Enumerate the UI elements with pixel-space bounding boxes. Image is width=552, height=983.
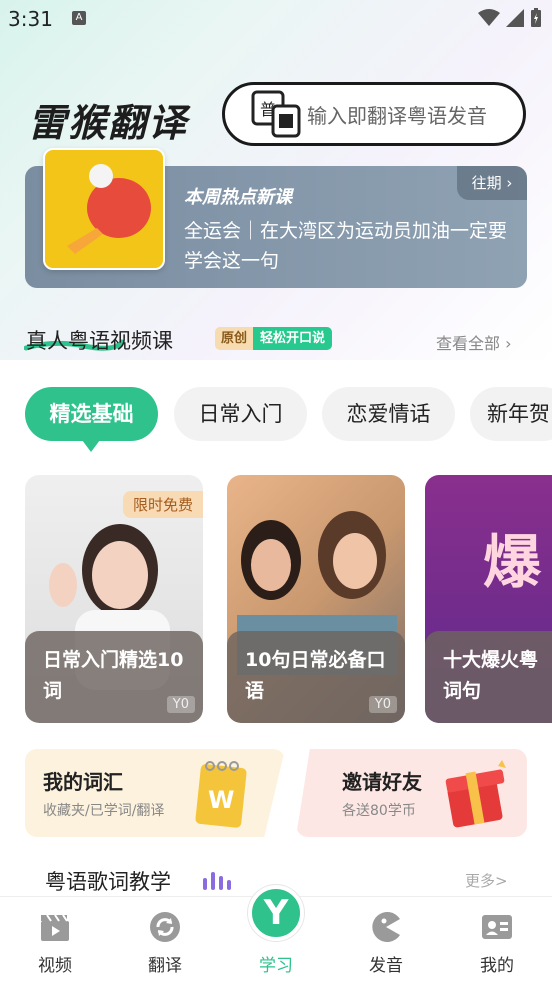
- banner-title: 本周热点新课: [184, 187, 292, 208]
- pacman-icon: [372, 912, 400, 942]
- video-section-title: 真人粤语视频课: [26, 329, 173, 353]
- clapperboard-icon: [41, 914, 69, 941]
- vocabulary-title: 我的词汇: [43, 770, 123, 794]
- tag-easy-speak: 轻松开口说: [253, 327, 333, 350]
- video-card[interactable]: 10句日常必备口语 Y0: [227, 475, 405, 723]
- brand-logo: 雷猴翻译: [28, 101, 189, 145]
- course-tags: 原创 轻松开口说: [215, 327, 333, 350]
- video-card[interactable]: 限时免费 日常入门精选10词 Y0: [25, 475, 203, 723]
- limited-free-badge: 限时免费: [122, 491, 203, 518]
- card-title: 十大爆火粤词句: [443, 649, 539, 702]
- refresh-icon: [150, 912, 180, 942]
- card-overlay-text: 爆: [483, 528, 542, 596]
- past-issues-button[interactable]: 往期 ›: [457, 166, 527, 200]
- category-pill-romance[interactable]: 恋爱情话: [322, 387, 455, 441]
- category-pill-basic[interactable]: 精选基础: [25, 387, 158, 441]
- tab-label: 发音: [369, 956, 403, 976]
- active-pill-pointer: [82, 440, 100, 452]
- notebook-icon: W: [195, 761, 247, 828]
- id-card-icon: [482, 915, 512, 939]
- notification-app-icon: A: [72, 11, 86, 25]
- tab-translate[interactable]: 翻译: [110, 897, 220, 983]
- signal-icon: [506, 9, 524, 27]
- search-placeholder: 输入即翻译粤语发音: [307, 103, 487, 128]
- invite-title: 邀请好友: [342, 770, 422, 794]
- music-bars-icon: [203, 872, 231, 890]
- vocabulary-subtitle: 收藏夹/已学词/翻译: [43, 803, 165, 819]
- battery-icon: [531, 8, 541, 27]
- card-price: Y0: [166, 696, 195, 713]
- ping-pong-image: [43, 148, 165, 270]
- gift-box-icon: [445, 760, 506, 828]
- tab-label: 翻译: [148, 956, 182, 976]
- tab-video[interactable]: 视频: [0, 897, 110, 983]
- lyrics-section-title: 粤语歌词教学: [45, 870, 171, 894]
- tag-original: 原创: [215, 327, 254, 350]
- tab-label: 学习: [259, 956, 293, 976]
- banner-description: 全运会｜在大湾区为运动员加油一定要学会这一句: [184, 220, 508, 272]
- y-logo-icon[interactable]: Y: [248, 885, 304, 941]
- card-price: Y0: [368, 696, 397, 713]
- view-all-link[interactable]: 查看全部 ›: [436, 330, 512, 354]
- category-pill-daily[interactable]: 日常入门: [174, 387, 307, 441]
- notebook-letter: W: [208, 786, 234, 814]
- wifi-icon: [478, 9, 500, 26]
- tab-pronunciation[interactable]: 发音: [331, 897, 441, 983]
- category-pill-newyear[interactable]: 新年贺: [470, 387, 552, 441]
- tab-label: 视频: [38, 956, 72, 976]
- tab-profile[interactable]: 我的: [442, 897, 552, 983]
- status-time: 3:31: [8, 7, 53, 31]
- more-lyrics-link[interactable]: 更多>: [465, 870, 508, 891]
- status-bar: 3:31 A: [0, 0, 552, 40]
- status-indicators: [478, 8, 542, 28]
- invite-subtitle: 各送80学币: [342, 803, 416, 819]
- tab-label: 我的: [480, 956, 514, 976]
- search-input[interactable]: 普 输入即翻译粤语发音: [222, 82, 526, 146]
- video-card[interactable]: 爆 十大爆火粤词句: [425, 475, 552, 723]
- translate-mode-icon[interactable]: 普: [251, 88, 303, 140]
